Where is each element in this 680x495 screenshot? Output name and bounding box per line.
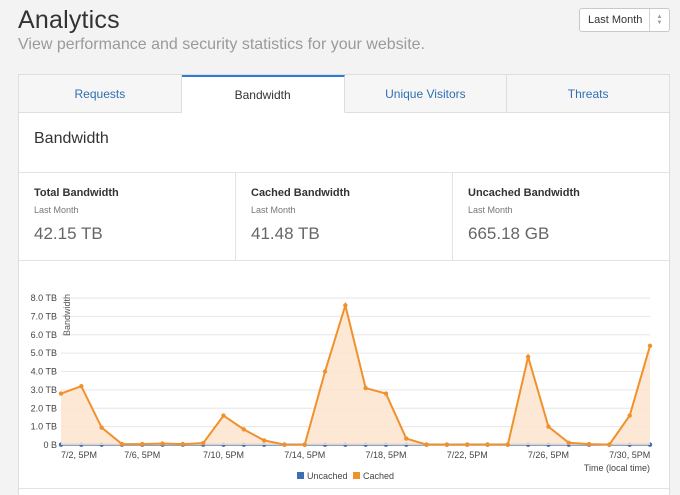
data-point-cached [404,436,409,441]
x-tick-label: 7/18, 5PM [365,450,406,460]
data-point-cached [343,303,348,308]
data-point-cached [79,384,84,389]
data-point-cached [383,391,389,396]
data-point-cached [546,424,551,429]
data-point-cached [140,441,145,447]
stat-value: 41.48 TB [251,224,320,243]
y-tick-label: 6.0 TB [31,330,57,340]
stat-period: Last Month [34,205,79,215]
tab-threats[interactable]: Threats [507,75,669,112]
data-point-cached [424,442,429,447]
legend-label-cached: Cached [363,471,394,481]
analytics-card: Requests Bandwidth Unique Visitors Threa… [18,74,670,495]
x-tick-label: 7/22, 5PM [447,450,488,460]
x-tick-label: 7/6, 5PM [124,450,160,460]
data-point-cached [647,343,653,348]
date-range-select[interactable]: Last Month ▲ ▼ [579,8,670,32]
stat-label: Uncached Bandwidth [468,187,580,199]
data-point-cached [180,441,186,447]
data-point-cached [505,442,511,447]
tab-requests[interactable]: Requests [19,75,182,112]
stat-cached-bandwidth: Cached Bandwidth Last Month 41.48 TB [236,173,453,260]
stat-value: 665.18 GB [468,224,550,243]
data-point-cached [119,441,125,447]
data-point-cached [261,438,267,443]
data-point-cached [58,391,64,396]
tab-bar: Requests Bandwidth Unique Visitors Threa… [19,75,669,113]
data-point-cached [627,413,632,418]
data-point-cached [525,354,531,359]
stat-label: Total Bandwidth [34,187,119,199]
select-arrows-icon: ▲ ▼ [649,9,669,31]
page-subtitle: View performance and security statistics… [18,36,425,53]
data-point-cached [586,441,592,447]
data-point-cached [444,442,450,447]
legend-swatch-cached [353,472,360,479]
data-point-cached [302,442,307,447]
x-tick-label: 7/26, 5PM [528,450,569,460]
y-tick-label: 0 B [43,440,57,450]
data-point-cached [200,440,206,446]
stat-period: Last Month [468,205,513,215]
stat-label: Cached Bandwidth [251,187,351,199]
data-point-cached [160,441,165,446]
data-point-cached [99,425,104,430]
data-point-cached [322,369,328,374]
y-tick-label: 5.0 TB [31,348,57,358]
y-tick-label: 2.0 TB [31,403,57,413]
data-point-cached [221,413,226,418]
data-point-cached [465,442,470,447]
x-tick-label: 7/14, 5PM [284,450,325,460]
page-title: Analytics [18,6,120,34]
x-axis-label: Time (local time) [584,463,650,473]
x-tick-label: 7/10, 5PM [203,450,244,460]
stat-total-bandwidth: Total Bandwidth Last Month 42.15 TB [19,173,236,260]
y-tick-label: 4.0 TB [31,367,57,377]
bandwidth-chart: 0 B 1.0 TB 2.0 TB 3.0 TB 4.0 TB 5.0 TB 6.0 TB 7… [19,262,669,488]
y-tick-label: 8.0 TB [31,293,57,303]
tab-unique-visitors[interactable]: Unique Visitors [344,75,508,112]
legend-label-uncached: Uncached [307,471,348,481]
y-tick-label: 1.0 TB [31,422,57,432]
data-point-cached [485,442,490,447]
divider [19,488,669,489]
stat-uncached-bandwidth: Uncached Bandwidth Last Month 665.18 GB [453,173,669,260]
y-axis-label: Bandwidth [62,294,72,336]
series-area-cached [61,305,650,445]
x-tick-label: 7/30, 5PM [609,450,650,460]
tab-bandwidth[interactable]: Bandwidth [181,75,345,113]
bandwidth-chart-svg: 0 B 1.0 TB 2.0 TB 3.0 TB 4.0 TB 5.0 TB 6.0 TB 7… [31,293,653,481]
stat-period: Last Month [251,205,296,215]
stats-row: Total Bandwidth Last Month 42.15 TB Cach… [19,173,669,261]
data-point-cached [607,442,612,447]
data-point-cached [241,427,246,432]
data-point-cached [363,385,368,391]
data-point-cached [566,440,571,445]
x-tick-label: 7/2, 5PM [61,450,97,460]
y-tick-label: 7.0 TB [31,311,57,321]
stat-value: 42.15 TB [34,224,103,243]
legend-swatch-uncached [297,472,304,479]
data-point-cached [282,442,287,447]
date-range-value: Last Month [588,14,643,26]
y-tick-label: 3.0 TB [31,385,57,395]
section-title: Bandwidth [19,113,669,173]
